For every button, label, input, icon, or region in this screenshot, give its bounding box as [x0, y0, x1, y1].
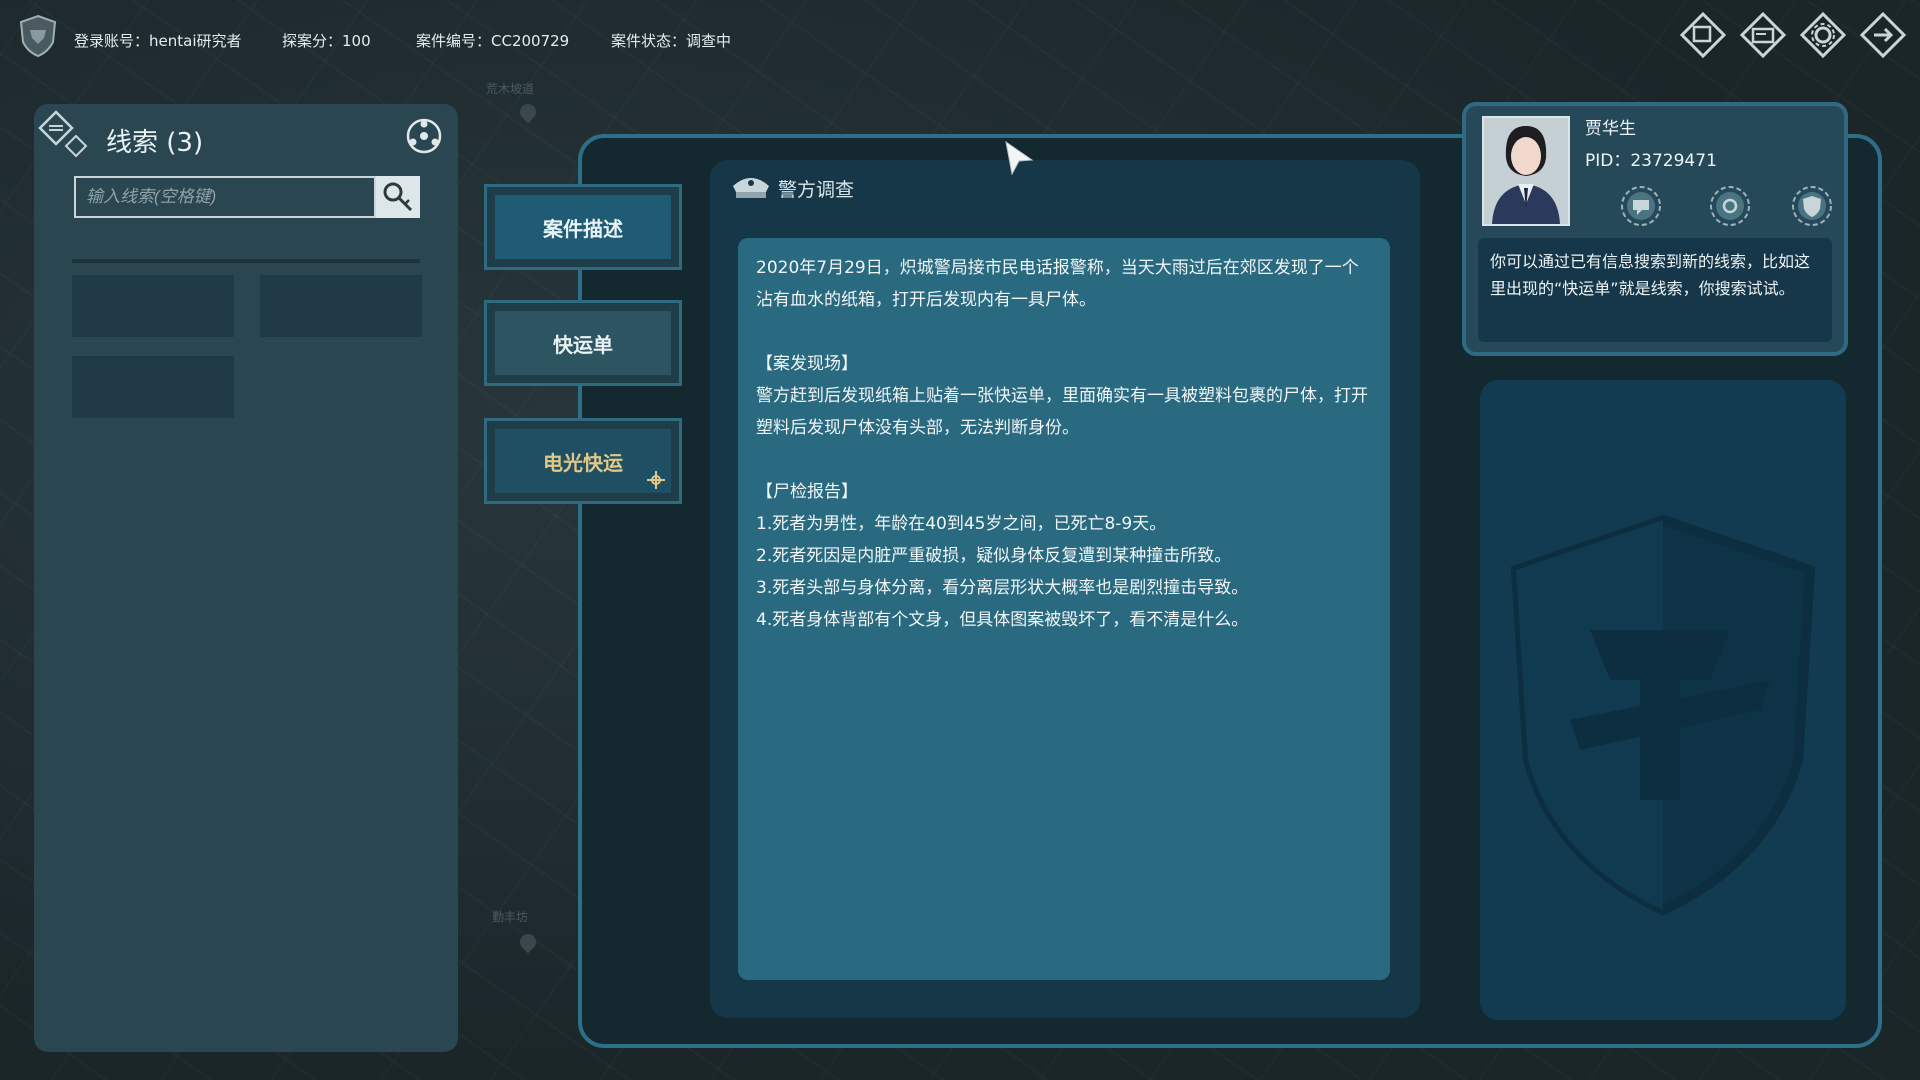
document-title: 警方调查	[778, 179, 855, 201]
clue-search-button[interactable]	[376, 176, 420, 218]
autopsy-item: 3.死者头部与身体分离，看分离层形状大概率也是剧烈撞击导致。	[756, 578, 1249, 598]
clue-panel	[34, 104, 458, 1052]
emblem-panel	[1480, 380, 1846, 1020]
shield-icon[interactable]	[1790, 184, 1834, 228]
police-shield-logo-icon	[19, 14, 57, 58]
top-bar: 登录账号：hentai研究者 探案分：100 案件编号：CC200729 案件状…	[0, 0, 1920, 80]
badge-gear-icon[interactable]	[1708, 184, 1752, 228]
tab-case-description[interactable]: 案件描述	[484, 184, 682, 270]
window-icon	[1680, 12, 1726, 58]
character-name: 贾华生	[1585, 119, 1636, 139]
tab-label: 快运单	[495, 311, 671, 375]
scene-text: 警方赶到后发现纸箱上贴着一张快运单，里面确实有一具被塑料包裹的尸体，打开塑料后发…	[756, 386, 1368, 438]
network-badge-icon	[647, 471, 665, 489]
account-label: 登录账号：hentai研究者	[74, 32, 242, 50]
tab-label: 案件描述	[495, 195, 671, 259]
settings-button[interactable]	[1800, 12, 1846, 58]
document-intro: 2020年7月29日，炽城警局接市民电话报警称，当天大雨过后在郊区发现了一个沾有…	[756, 258, 1359, 310]
chat-icon[interactable]	[1619, 184, 1663, 228]
clue-slot[interactable]	[260, 275, 422, 337]
police-emblem-watermark-icon	[1510, 514, 1816, 916]
character-pid: PID：23729471	[1585, 151, 1717, 171]
map-label: 勤丰坊	[492, 910, 529, 924]
character-message: 你可以通过已有信息搜索到新的线索，比如这里出现的“快运单”就是线索，你搜索试试。	[1478, 238, 1832, 342]
autopsy-item: 2.死者死因是内脏严重破损，疑似身体反复遭到某种撞击所致。	[756, 546, 1232, 566]
window-button[interactable]	[1680, 12, 1726, 58]
case-file-button[interactable]	[1740, 12, 1786, 58]
network-icon[interactable]	[404, 116, 444, 156]
scene-heading: 【案发现场】	[756, 354, 858, 374]
case-status-label: 案件状态：调查中	[611, 32, 732, 50]
tab-waybill[interactable]: 快运单	[484, 300, 682, 386]
score-label: 探案分：100	[282, 32, 371, 50]
character-avatar	[1482, 116, 1570, 226]
autopsy-item: 1.死者为男性，年龄在40到45岁之间，已死亡8-9天。	[756, 514, 1167, 534]
mouse-cursor-icon	[1005, 140, 1034, 176]
document-body: 2020年7月29日，炽城警局接市民电话报警称，当天大雨过后在郊区发现了一个沾有…	[738, 238, 1390, 980]
exit-button[interactable]	[1860, 12, 1906, 58]
clue-divider	[72, 259, 420, 263]
folder-icon	[1740, 12, 1786, 58]
clue-slot[interactable]	[72, 275, 234, 337]
officer-portrait-icon	[1484, 118, 1568, 224]
case-id-label: 案件编号：CC200729	[416, 32, 570, 50]
clue-diamond-icon	[38, 110, 88, 158]
police-cap-icon	[733, 178, 769, 198]
gear-icon	[1800, 12, 1846, 58]
autopsy-item: 4.死者身体背部有个文身，但具体图案被毁坏了，看不清是什么。	[756, 610, 1249, 630]
tab-express-company[interactable]: 电光快运	[484, 418, 682, 504]
clue-slot[interactable]	[72, 356, 234, 418]
search-key-icon	[383, 182, 413, 212]
clue-title: 线索 (3)	[106, 128, 204, 158]
clue-search-input[interactable]	[74, 176, 376, 218]
logout-icon	[1860, 12, 1906, 58]
map-label: 荒木坡道	[486, 82, 535, 96]
top-actions	[1680, 12, 1906, 58]
autopsy-heading: 【尸检报告】	[756, 482, 858, 502]
